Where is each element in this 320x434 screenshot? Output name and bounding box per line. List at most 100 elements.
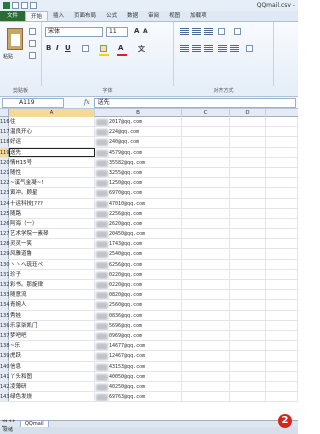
cell-empty[interactable] xyxy=(230,188,266,198)
row-number[interactable]: 117 xyxy=(0,127,10,137)
cell-email[interactable]: 0836@qq.com xyxy=(95,310,182,320)
cell-name[interactable]: 随性 xyxy=(9,167,95,178)
row-number[interactable]: 132 xyxy=(0,280,10,290)
row-number[interactable]: 135 xyxy=(0,310,10,320)
cell-empty[interactable] xyxy=(266,320,298,330)
cell-empty[interactable] xyxy=(266,361,298,371)
cell-empty[interactable] xyxy=(182,188,230,198)
column-header-c[interactable]: C xyxy=(182,109,230,117)
cell-name[interactable]: 艺术学院一素琴 xyxy=(9,229,95,239)
cell-empty[interactable] xyxy=(266,259,298,269)
cell-name[interactable]: 信息 xyxy=(9,361,95,371)
cell-empty[interactable] xyxy=(230,392,266,402)
row-number[interactable]: 128 xyxy=(0,239,10,249)
cell-empty[interactable] xyxy=(230,371,266,381)
cell-empty[interactable] xyxy=(182,341,230,351)
cell-email[interactable]: 40050@qq.com xyxy=(95,371,182,381)
cell-empty[interactable] xyxy=(266,371,298,381)
row-number[interactable]: 140 xyxy=(0,361,10,371)
cell-empty[interactable] xyxy=(182,290,230,300)
border-icon[interactable] xyxy=(82,45,89,52)
cell-empty[interactable] xyxy=(266,218,298,229)
cell-email[interactable]: 2540@qq.com xyxy=(95,249,182,259)
cell-empty[interactable] xyxy=(266,310,298,320)
orientation-icon[interactable] xyxy=(218,28,225,35)
cell-empty[interactable] xyxy=(230,229,266,239)
cell-empty[interactable] xyxy=(230,290,266,300)
cell-email[interactable]: 3255@qq.com xyxy=(95,167,182,178)
column-header-b[interactable]: B xyxy=(95,109,182,117)
bold-icon[interactable]: B xyxy=(46,44,51,52)
column-header-a[interactable]: A xyxy=(9,109,95,117)
cell-empty[interactable] xyxy=(230,167,266,178)
tab-home[interactable]: 开始 xyxy=(25,11,49,21)
cell-empty[interactable] xyxy=(230,280,266,290)
cell-name[interactable]: 秀娃 xyxy=(9,310,95,320)
cell-empty[interactable] xyxy=(230,320,266,330)
cell-email[interactable]: 35582@qq.com xyxy=(95,157,182,167)
row-number[interactable]: 143 xyxy=(0,392,10,402)
shrink-font-icon[interactable]: A xyxy=(143,28,148,35)
cell-name[interactable]: 青婉人 xyxy=(9,300,95,310)
cell-email[interactable]: 12467@qq.com xyxy=(95,351,182,361)
row-number[interactable]: 131 xyxy=(0,269,10,279)
cell-empty[interactable] xyxy=(266,351,298,361)
cell-name[interactable]: 凌薄研 xyxy=(9,381,95,392)
cell-empty[interactable] xyxy=(266,188,298,198)
tab-review[interactable]: 审阅 xyxy=(143,11,164,21)
cell-name[interactable]: 虎跃 xyxy=(9,351,95,361)
merge-center-icon[interactable] xyxy=(246,45,253,52)
cell-email[interactable]: 0220@qq.com xyxy=(95,280,182,290)
cell-empty[interactable] xyxy=(230,300,266,310)
cell-empty[interactable] xyxy=(182,229,230,239)
cell-empty[interactable] xyxy=(266,157,298,167)
row-number[interactable]: 127 xyxy=(0,229,10,239)
row-number[interactable]: 116 xyxy=(0,117,10,127)
row-number[interactable]: 129 xyxy=(0,249,10,259)
cell-email[interactable]: 2017@qq.com xyxy=(95,117,182,127)
row-number[interactable]: 118 xyxy=(0,137,10,147)
redo-icon[interactable] xyxy=(30,2,37,9)
cell-email[interactable]: 240@qq.com xyxy=(95,137,182,147)
cell-empty[interactable] xyxy=(230,117,266,127)
cell-email[interactable]: 0220@qq.com xyxy=(95,269,182,279)
cell-name[interactable]: 乐享柒凯门 xyxy=(9,320,95,330)
row-number[interactable]: 141 xyxy=(0,371,10,381)
cell-empty[interactable] xyxy=(266,178,298,188)
cell-email[interactable]: 5696@qq.com xyxy=(95,320,182,330)
cell-empty[interactable] xyxy=(182,259,230,269)
insert-function-icon[interactable]: fx xyxy=(84,99,90,106)
row-number[interactable]: 134 xyxy=(0,300,10,310)
phonetic-icon[interactable]: 文 xyxy=(138,44,145,54)
cell-empty[interactable] xyxy=(266,249,298,259)
cell-empty[interactable] xyxy=(230,269,266,279)
row-number[interactable]: 138 xyxy=(0,341,10,351)
cell-empty[interactable] xyxy=(230,310,266,320)
cell-empty[interactable] xyxy=(266,300,298,310)
cell-empty[interactable] xyxy=(182,310,230,320)
cell-email[interactable]: 43153@qq.com xyxy=(95,361,182,371)
cell-empty[interactable] xyxy=(182,178,230,188)
tab-addins[interactable]: 加载项 xyxy=(185,11,212,21)
cell-empty[interactable] xyxy=(266,392,298,402)
row-number[interactable]: 124 xyxy=(0,198,10,208)
cell-empty[interactable] xyxy=(266,198,298,208)
cell-empty[interactable] xyxy=(230,198,266,208)
cell-empty[interactable] xyxy=(230,249,266,259)
cell-name[interactable]: 送先 xyxy=(9,147,95,157)
cell-empty[interactable] xyxy=(182,198,230,208)
align-left-icon[interactable] xyxy=(180,45,189,53)
cell-empty[interactable] xyxy=(182,137,230,147)
grow-font-icon[interactable]: A xyxy=(134,27,139,35)
tab-page-layout[interactable]: 页面布局 xyxy=(69,11,101,21)
formula-input[interactable]: 送先 xyxy=(93,97,296,108)
row-number[interactable]: 123 xyxy=(0,188,10,198)
format-painter-icon[interactable] xyxy=(29,52,36,59)
cell-empty[interactable] xyxy=(182,381,230,392)
cell-name[interactable]: 阿海（一） xyxy=(9,218,95,229)
cell-name[interactable]: 风雅道鲁 xyxy=(9,249,95,259)
cell-empty[interactable] xyxy=(182,351,230,361)
cell-empty[interactable] xyxy=(230,239,266,249)
cell-empty[interactable] xyxy=(230,157,266,167)
row-number[interactable]: 136 xyxy=(0,320,10,330)
